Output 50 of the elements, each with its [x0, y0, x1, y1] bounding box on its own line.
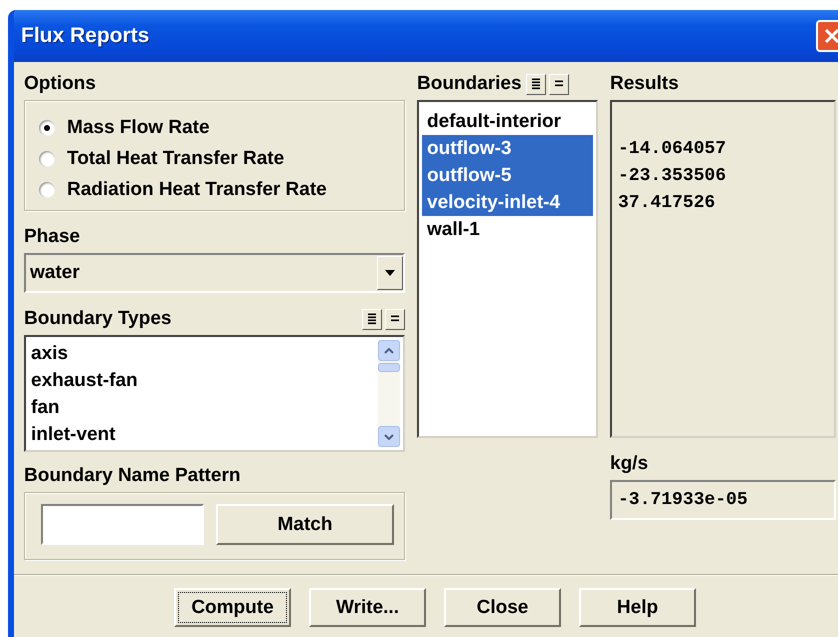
- select-all-button[interactable]: [526, 74, 546, 94]
- deselect-all-button[interactable]: [385, 308, 405, 330]
- dialog-button[interactable]: Close: [444, 588, 561, 627]
- deselect-all-button[interactable]: [548, 74, 569, 94]
- scroll-thumb[interactable]: [378, 363, 400, 372]
- scroll-down-button[interactable]: [378, 426, 400, 447]
- result-value: -23.353506: [618, 165, 728, 188]
- chevron-down-icon: [384, 434, 394, 440]
- total-value: -3.71933e-05: [618, 488, 748, 512]
- dialog-button[interactable]: Help: [579, 588, 696, 627]
- list-item[interactable]: axis: [26, 340, 378, 367]
- results-label: Results: [610, 72, 680, 96]
- window-title: Flux Reports: [21, 24, 150, 48]
- scrollbar[interactable]: [378, 340, 400, 447]
- result-value: 37.417526: [618, 192, 716, 215]
- radio-label: Radiation Heat Transfer Rate: [67, 178, 327, 202]
- list-item[interactable]: fan: [26, 394, 378, 421]
- dialog-button[interactable]: Write...: [309, 588, 426, 627]
- select-all-button[interactable]: [362, 308, 382, 330]
- phase-label: Phase: [24, 225, 81, 249]
- options-label: Options: [24, 72, 97, 96]
- boundary-types-label: Boundary Types: [24, 307, 172, 331]
- chevron-up-icon: [384, 348, 394, 354]
- radio-label: Total Heat Transfer Rate: [67, 146, 284, 170]
- list-lines-icon: [367, 313, 377, 325]
- list-item[interactable]: default-interior: [422, 108, 593, 135]
- close-icon: [823, 27, 838, 45]
- pattern-input-field[interactable]: [41, 504, 204, 545]
- radio-button[interactable]: [39, 182, 55, 198]
- radio-label: Mass Flow Rate: [67, 116, 210, 140]
- boundaries-label: Boundaries: [417, 72, 522, 96]
- dialog-button[interactable]: Compute: [174, 588, 291, 627]
- unit-label: kg/s: [610, 452, 650, 476]
- dropdown-button[interactable]: [377, 256, 403, 290]
- pattern-label: Boundary Name Pattern: [24, 464, 242, 488]
- match-button[interactable]: Match: [216, 504, 394, 545]
- phase-value: water: [30, 262, 80, 284]
- list-item[interactable]: exhaust-fan: [26, 367, 378, 394]
- scroll-up-button[interactable]: [378, 340, 400, 361]
- result-value: -14.064057: [618, 138, 728, 161]
- list-item[interactable]: outflow-5: [422, 162, 593, 189]
- phase-dropdown[interactable]: water: [24, 253, 405, 293]
- list-item[interactable]: wall-1: [422, 216, 593, 243]
- list-item[interactable]: outflow-3: [422, 135, 593, 162]
- list-lines-icon: [530, 78, 541, 90]
- radio-button[interactable]: [39, 120, 55, 136]
- radio-button[interactable]: [39, 150, 55, 166]
- list-item[interactable]: velocity-inlet-4: [422, 189, 593, 216]
- caret-icon: [385, 270, 395, 276]
- list-item[interactable]: inlet-vent: [26, 421, 378, 448]
